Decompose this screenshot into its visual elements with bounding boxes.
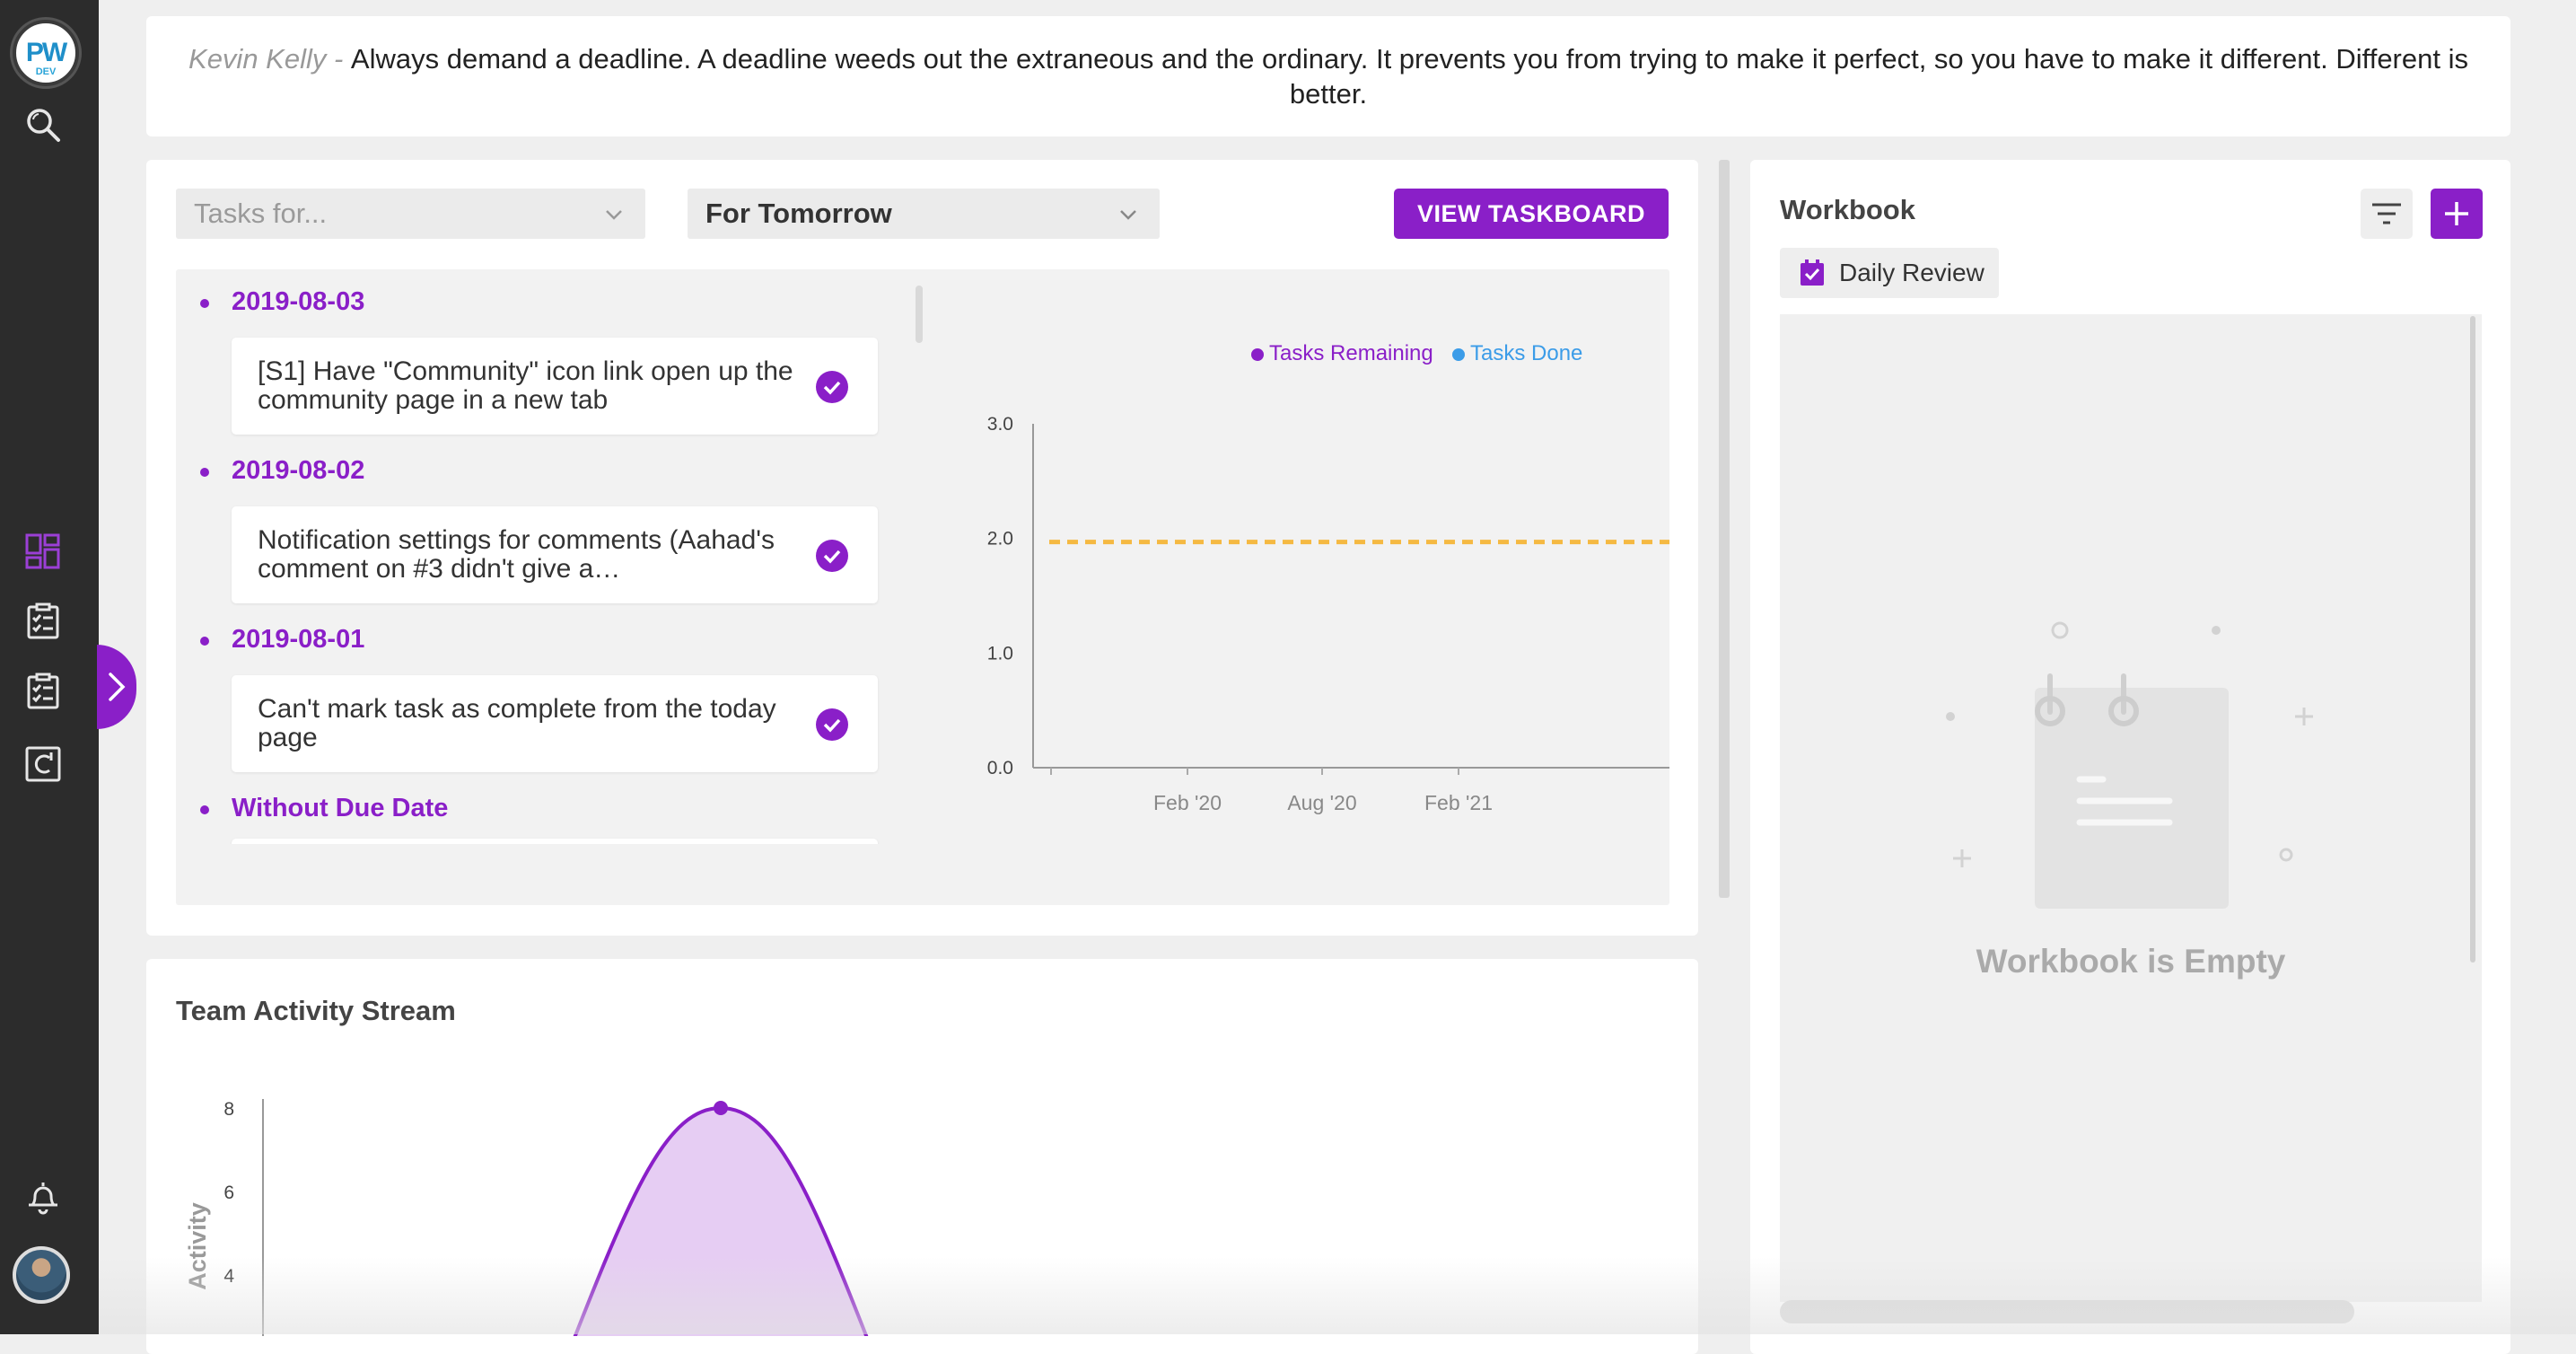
y-tick-label: 1.0 [987, 643, 1013, 664]
activity-area-fill [574, 1108, 867, 1336]
task-title: [S1] Have "Community" icon link open up … [258, 357, 793, 415]
task-card[interactable]: Notification settings for comments (Aaha… [232, 506, 878, 603]
workbook-horizontal-scrollbar[interactable] [1780, 1300, 2354, 1323]
daily-review-label: Daily Review [1839, 259, 1985, 286]
task-list[interactable]: 2019-08-03 [S1] Have "Community" icon li… [176, 269, 921, 844]
burndown-plot: 0.0 1.0 2.0 3.0 Feb '20 Aug '20 Feb '21 [987, 414, 1669, 814]
user-avatar[interactable] [13, 1246, 70, 1304]
activity-y-label: Activity [184, 1202, 211, 1290]
task-title: Can't mark task as complete from the tod… [258, 695, 776, 752]
chevron-down-icon [606, 210, 622, 220]
filter-icon [2372, 203, 2401, 224]
app-logo[interactable]: PW DEV [13, 20, 79, 86]
y-tick-label: 2.0 [987, 529, 1013, 550]
period-selected-value: For Tomorrow [705, 198, 892, 229]
plus-icon [2445, 202, 2468, 225]
y-tick-label: 3.0 [987, 414, 1013, 435]
activity-chart: 4 6 8 Activity [184, 1099, 869, 1336]
tab-daily-review[interactable]: Daily Review [1780, 248, 1999, 298]
search-icon[interactable] [24, 106, 62, 144]
task-title: Notification settings for comments (Aaha… [258, 526, 775, 584]
tasks-content: 2019-08-03 [S1] Have "Community" icon li… [176, 269, 1669, 905]
workbook-title: Workbook [1780, 194, 1915, 225]
x-tick-label: Feb '21 [1424, 791, 1493, 814]
calendar-icon[interactable] [24, 745, 62, 783]
check-circle-icon[interactable] [816, 540, 848, 572]
activity-peak-point [714, 1101, 728, 1115]
checklist-icon[interactable] [24, 673, 62, 710]
filter-button[interactable] [2361, 189, 2413, 239]
empty-notepad-illustration [1946, 621, 2313, 909]
task-group-date: 2019-08-03 [199, 287, 364, 317]
bell-icon[interactable] [24, 1178, 62, 1216]
workbook-panel: Workbook Daily Review Workbook is Empty [1750, 160, 2510, 1354]
chevron-down-icon [1120, 210, 1136, 220]
quote-body: Always demand a deadline. A deadline wee… [350, 43, 2468, 110]
dashboard-icon[interactable] [24, 532, 62, 570]
quote-author: Kevin Kelly - [188, 43, 351, 75]
task-card[interactable]: [S1] Have "Community" icon link open up … [232, 338, 878, 435]
x-tick-label: Aug '20 [1287, 791, 1356, 814]
x-tick-label: Feb '20 [1153, 791, 1222, 814]
add-workbook-button[interactable] [2431, 189, 2483, 239]
tasks-for-placeholder: Tasks for... [194, 198, 328, 229]
panel-resize-handle[interactable] [1719, 160, 1730, 898]
calendar-check-icon [1801, 259, 1824, 286]
task-group-date: Without Due Date [199, 794, 448, 823]
sidebar: PW DEV [0, 0, 99, 1334]
check-circle-icon[interactable] [816, 708, 848, 741]
expand-sidebar-button[interactable] [97, 645, 136, 729]
check-circle-icon[interactable] [816, 371, 848, 403]
workbook-vertical-scrollbar[interactable] [2470, 316, 2475, 963]
tasks-panel: Tasks for... For Tomorrow VIEW TASKBOARD… [146, 160, 1698, 936]
y-tick-label: 0.0 [987, 758, 1013, 778]
quote-banner: Kevin Kelly - Always demand a deadline. … [146, 16, 2510, 136]
burndown-chart: Tasks Remaining Tasks Done 0.0 1.0 2.0 3.0 F… [930, 269, 1669, 905]
task-group-date: 2019-08-02 [199, 456, 364, 486]
workbook-content: Workbook is Empty [1780, 314, 2482, 1302]
period-select[interactable]: For Tomorrow [688, 189, 1160, 239]
task-list-scrollbar[interactable] [916, 286, 923, 343]
task-group-date: 2019-08-01 [199, 625, 364, 655]
team-activity-panel: Team Activity Stream 4 6 8 Activity [146, 959, 1698, 1354]
task-card[interactable]: Can't mark task as complete from the tod… [232, 675, 878, 772]
view-taskboard-button[interactable]: VIEW TASKBOARD [1394, 189, 1669, 239]
tasks-for-select[interactable]: Tasks for... [176, 189, 645, 239]
chevron-right-icon [109, 673, 126, 701]
quote-text: Kevin Kelly - Always demand a deadline. … [173, 41, 2484, 111]
activity-y-tick: 6 [223, 1183, 234, 1203]
workbook-empty-message: Workbook is Empty [1976, 943, 2286, 980]
task-card[interactable] [232, 839, 878, 844]
tasks-icon[interactable] [24, 602, 62, 640]
activity-y-tick: 8 [223, 1099, 234, 1120]
activity-y-tick: 4 [223, 1266, 234, 1287]
